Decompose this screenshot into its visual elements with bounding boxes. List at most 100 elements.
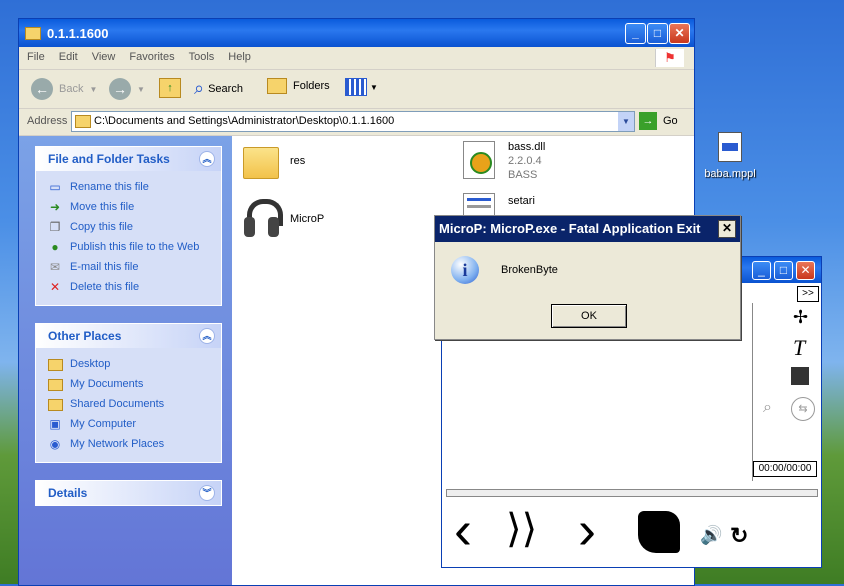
search-icon: ⌕: [194, 78, 205, 98]
forward-button[interactable]: → ▼: [109, 78, 145, 100]
address-input[interactable]: C:\Documents and Settings\Administrator\…: [71, 111, 635, 132]
address-label: Address: [27, 115, 68, 127]
go-button[interactable]: → Go: [639, 112, 678, 130]
save-icon[interactable]: [791, 367, 809, 385]
email-icon: ✉: [49, 260, 61, 274]
move-icon: ➜: [49, 200, 61, 214]
maximize-button[interactable]: □: [774, 261, 793, 280]
other-places-header[interactable]: Other Places ︽: [36, 324, 221, 348]
chevron-down-icon: ▼: [370, 82, 378, 92]
toolbar: ← Back ▼ → ▼ ↑ ⌕ Search Folders ▼: [19, 70, 694, 109]
file-item-res[interactable]: res: [241, 143, 361, 183]
place-my-documents[interactable]: My Documents: [36, 374, 221, 394]
menu-bar: File Edit View Favorites Tools Help ⚑: [19, 47, 694, 70]
file-tasks-header[interactable]: File and Folder Tasks ︽: [36, 147, 221, 171]
publish-icon: ●: [51, 240, 59, 254]
info-icon: i: [451, 256, 479, 284]
collapse-icon[interactable]: ︽: [199, 151, 215, 167]
folder-icon: [48, 357, 63, 371]
folders-icon: [267, 78, 287, 94]
task-rename[interactable]: ▭ Rename this file: [36, 177, 221, 197]
file-tasks-panel: File and Folder Tasks ︽ ▭ Rename this fil…: [35, 146, 222, 306]
task-move[interactable]: ➜ Move this file: [36, 197, 221, 217]
zoom-icon[interactable]: ⌕: [763, 399, 772, 417]
dialog-title: MicroP: MicroP.exe - Fatal Application E…: [439, 221, 701, 236]
window-title: 0.1.1.1600: [47, 25, 109, 41]
text-tool-icon[interactable]: T: [793, 335, 805, 361]
dialog-close-button[interactable]: ✕: [718, 220, 736, 238]
seek-bar[interactable]: [446, 489, 818, 497]
file-item-microp[interactable]: MicroP: [241, 197, 361, 243]
folder-icon: [25, 26, 41, 40]
task-publish[interactable]: ● Publish this file to the Web: [36, 237, 221, 257]
minimize-button[interactable]: _: [752, 261, 771, 280]
views-button[interactable]: ▼: [345, 78, 378, 96]
folders-button[interactable]: Folders: [267, 78, 330, 94]
minimize-button[interactable]: _: [625, 23, 646, 44]
delete-icon: ✕: [49, 280, 61, 294]
search-button[interactable]: ⌕ Search: [194, 78, 243, 99]
next-icon[interactable]: ›: [578, 503, 596, 557]
folder-icon: [48, 377, 63, 391]
task-email[interactable]: ✉ E-mail this file: [36, 257, 221, 277]
chevron-down-icon: ▼: [89, 84, 98, 94]
folder-icon: [243, 147, 279, 179]
stop-icon[interactable]: [638, 511, 680, 553]
menu-file[interactable]: File: [19, 47, 51, 63]
folder-icon: [75, 115, 91, 128]
expand-icon[interactable]: ︾: [199, 485, 215, 501]
menu-favorites[interactable]: Favorites: [121, 47, 180, 63]
copy-icon: ❐: [49, 220, 61, 234]
headphones-icon: [243, 197, 283, 239]
rename-icon: ▭: [49, 180, 61, 194]
controls-bar: ‹ ⟩⟩ › 🔊 ↻: [442, 501, 821, 565]
explorer-titlebar[interactable]: 0.1.1.1600 _ □ ✕: [19, 19, 694, 47]
file-item-bass-dll[interactable]: bass.dll 2.2.0.4 BASS: [459, 139, 619, 189]
task-pane: File and Folder Tasks ︽ ▭ Rename this fil…: [19, 136, 232, 585]
folder-icon: [48, 397, 63, 411]
forward-arrow-icon: →: [109, 78, 131, 100]
expand-button[interactable]: >>: [797, 286, 819, 302]
dialog-message: BrokenByte: [501, 264, 558, 276]
place-desktop[interactable]: Desktop: [36, 354, 221, 374]
error-dialog: MicroP: MicroP.exe - Fatal Application E…: [434, 215, 741, 340]
time-display: 00:00/00:00: [753, 461, 817, 477]
place-shared-documents[interactable]: Shared Documents: [36, 394, 221, 414]
back-button[interactable]: ← Back ▼: [31, 78, 97, 100]
menu-help[interactable]: Help: [220, 47, 257, 63]
details-header[interactable]: Details ︾: [36, 481, 221, 505]
mppl-file-icon: [718, 132, 742, 162]
collapse-icon[interactable]: ︽: [199, 328, 215, 344]
place-network[interactable]: ◉ My Network Places: [36, 434, 221, 454]
task-delete[interactable]: ✕ Delete this file: [36, 277, 221, 297]
repeat-icon[interactable]: ↻: [730, 523, 748, 549]
close-button[interactable]: ✕: [669, 23, 690, 44]
menu-edit[interactable]: Edit: [51, 47, 84, 63]
windows-logo-icon: ⚑: [655, 49, 684, 67]
up-folder-icon: ↑: [159, 78, 181, 98]
place-my-computer[interactable]: ▣ My Computer: [36, 414, 221, 434]
dll-gear-icon: [463, 141, 495, 179]
dialog-titlebar[interactable]: MicroP: MicroP.exe - Fatal Application E…: [435, 216, 740, 242]
volume-icon[interactable]: 🔊: [700, 525, 722, 546]
details-panel: Details ︾: [35, 480, 222, 506]
address-dropdown-button[interactable]: ▼: [618, 112, 634, 131]
menu-tools[interactable]: Tools: [181, 47, 221, 63]
side-toolbar: ✢ T ⌕ ⇆ 00:00/00:00: [752, 303, 819, 481]
maximize-button[interactable]: □: [647, 23, 668, 44]
previous-icon[interactable]: ‹: [454, 503, 472, 557]
swap-icon[interactable]: ⇆: [791, 397, 815, 421]
up-folder-button[interactable]: ↑: [159, 78, 181, 98]
ok-button[interactable]: OK: [551, 304, 627, 328]
address-bar: Address C:\Documents and Settings\Admini…: [19, 109, 694, 136]
star-tool-icon[interactable]: ✢: [793, 307, 808, 328]
desktop-icon[interactable]: baba.mppl: [700, 130, 760, 185]
task-copy[interactable]: ❐ Copy this file: [36, 217, 221, 237]
desktop-icon-label: baba.mppl: [704, 168, 756, 180]
other-places-panel: Other Places ︽ Desktop My Documents Shar…: [35, 323, 222, 463]
menu-view[interactable]: View: [84, 47, 122, 63]
chevron-down-icon: ▼: [137, 84, 145, 94]
close-button[interactable]: ✕: [796, 261, 815, 280]
back-arrow-icon: ←: [31, 78, 53, 100]
play-icon[interactable]: ⟩⟩: [506, 509, 537, 549]
